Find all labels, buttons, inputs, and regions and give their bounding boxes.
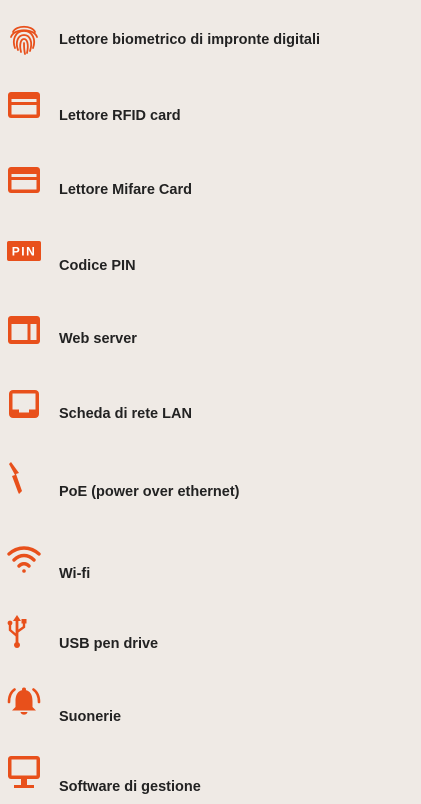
credit-card-icon (6, 88, 42, 124)
feature-label: Scheda di rete LAN (59, 406, 192, 422)
lightning-bolt-icon (6, 460, 42, 496)
feature-label: Web server (59, 331, 137, 347)
feature-label: Lettore biometrico di impronte digitali (59, 32, 321, 48)
feature-label: Software di gestione (59, 779, 201, 795)
feature-item-poe: PoE (power over ethernet) (0, 460, 421, 510)
feature-item-wifi: Wi-fi (0, 543, 421, 593)
feature-item-pin-code: PIN Codice PIN (0, 236, 421, 286)
inbox-tray-icon (6, 386, 42, 422)
feature-item-web-server: Web server (0, 312, 421, 362)
feature-label: Suonerie (59, 709, 122, 725)
feature-item-ringtones: Suonerie (0, 685, 421, 735)
pin-icon: PIN (6, 236, 42, 272)
desktop-monitor-icon (6, 754, 42, 790)
feature-label: PoE (power over ethernet) (59, 484, 240, 500)
feature-item-fingerprint: Lettore biometrico di impronte digitali (0, 20, 421, 70)
ringing-bell-icon (6, 685, 42, 721)
feature-item-management-software: Software di gestione (0, 754, 421, 804)
feature-label: USB pen drive (59, 636, 159, 652)
wifi-icon (6, 543, 42, 579)
browser-window-icon (6, 312, 42, 348)
feature-item-rfid-card: Lettore RFID card (0, 88, 421, 138)
feature-label: Wi-fi (59, 566, 91, 582)
feature-label: Lettore Mifare Card (59, 182, 192, 198)
usb-icon (6, 614, 42, 650)
feature-label: Codice PIN (59, 258, 136, 274)
fingerprint-icon (6, 20, 42, 56)
credit-card-icon (6, 163, 42, 199)
feature-item-usb: USB pen drive (0, 614, 421, 664)
feature-item-lan-card: Scheda di rete LAN (0, 386, 421, 436)
feature-label: Lettore RFID card (59, 108, 181, 124)
pin-icon-text: PIN (12, 245, 37, 259)
feature-list: Lettore biometrico di impronte digitali … (0, 0, 421, 802)
feature-item-mifare-card: Lettore Mifare Card (0, 163, 421, 213)
